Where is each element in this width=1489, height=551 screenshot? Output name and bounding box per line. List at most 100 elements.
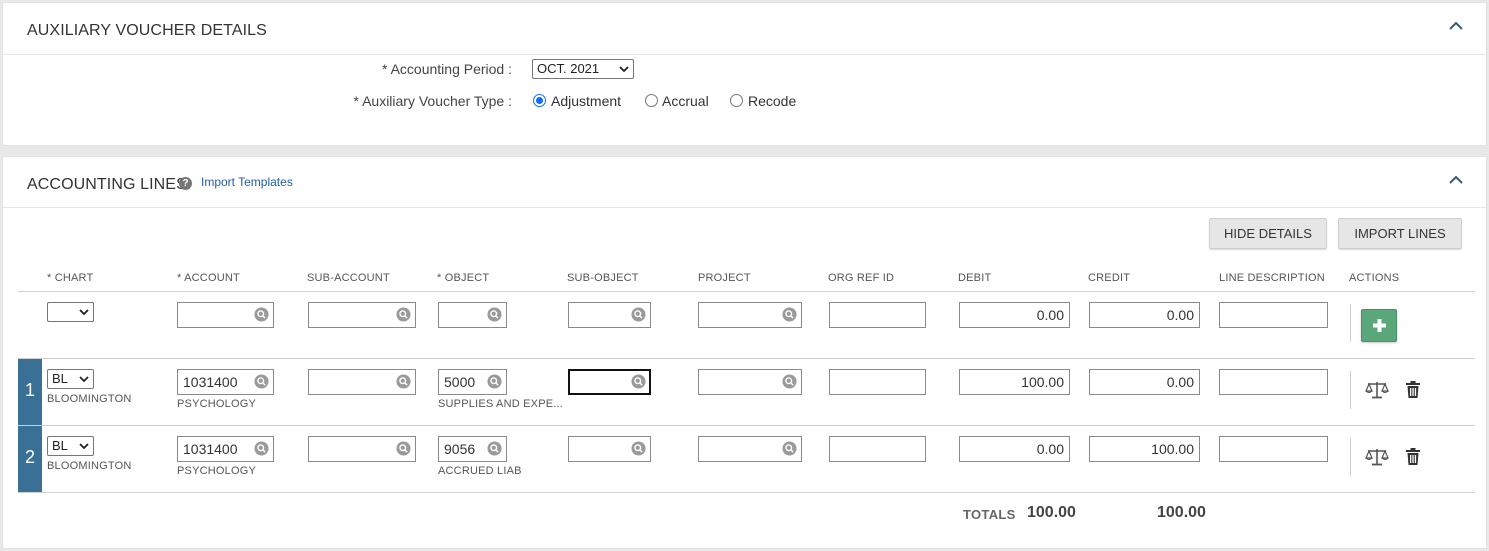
chevron-down-icon bbox=[79, 376, 89, 383]
trash-icon[interactable] bbox=[1406, 448, 1420, 465]
object-name: SUPPLIES AND EXPE... bbox=[438, 398, 564, 410]
col-header-object: * OBJECT bbox=[437, 272, 490, 284]
line-description-input[interactable] bbox=[1219, 369, 1328, 395]
line-description-input[interactable] bbox=[1219, 302, 1328, 328]
totals-label: TOTALS bbox=[963, 507, 1016, 522]
radio-accrual[interactable] bbox=[645, 94, 658, 107]
radio-adjustment-label[interactable]: Adjustment bbox=[551, 93, 621, 109]
help-icon[interactable]: ? bbox=[179, 177, 192, 190]
account-value: 1031400 bbox=[183, 374, 238, 390]
search-icon[interactable] bbox=[631, 441, 646, 456]
object-input[interactable] bbox=[438, 302, 507, 328]
trash-icon[interactable] bbox=[1406, 381, 1420, 398]
object-value: 9056 bbox=[444, 441, 476, 457]
chart-value: BL bbox=[52, 438, 68, 453]
search-icon[interactable] bbox=[396, 307, 411, 322]
col-header-chart: * CHART bbox=[47, 272, 94, 284]
divider bbox=[18, 492, 1475, 493]
import-templates-link[interactable]: Import Templates bbox=[201, 175, 293, 189]
chevron-down-icon bbox=[79, 309, 89, 316]
sub-object-input[interactable] bbox=[568, 369, 651, 395]
account-input[interactable] bbox=[177, 302, 274, 328]
add-line-button[interactable] bbox=[1361, 309, 1397, 342]
accounting-period-select[interactable]: OCT. 2021 bbox=[532, 59, 634, 79]
org-ref-id-input[interactable] bbox=[829, 369, 926, 395]
actions-separator bbox=[1350, 438, 1351, 476]
search-icon[interactable] bbox=[396, 374, 411, 389]
credit-input[interactable]: 0.00 bbox=[1089, 369, 1200, 395]
account-input[interactable]: 1031400 bbox=[177, 369, 274, 395]
search-icon[interactable] bbox=[782, 374, 797, 389]
search-icon[interactable] bbox=[782, 307, 797, 322]
sub-account-input[interactable] bbox=[308, 436, 416, 462]
balance-scale-icon[interactable] bbox=[1365, 380, 1389, 400]
chart-value: BL bbox=[52, 371, 68, 386]
search-icon[interactable] bbox=[782, 441, 797, 456]
col-header-sub-account: SUB-ACCOUNT bbox=[307, 272, 390, 284]
search-icon[interactable] bbox=[254, 374, 269, 389]
sub-account-input[interactable] bbox=[308, 302, 416, 328]
search-icon[interactable] bbox=[487, 441, 502, 456]
radio-accrual-label[interactable]: Accrual bbox=[662, 93, 709, 109]
debit-input[interactable]: 100.00 bbox=[959, 369, 1070, 395]
object-value: 5000 bbox=[444, 374, 476, 390]
project-input[interactable] bbox=[698, 436, 802, 462]
panel-header: AUXILIARY VOUCHER DETAILS bbox=[3, 3, 1486, 55]
plus-icon bbox=[1373, 319, 1386, 332]
actions-separator bbox=[1350, 371, 1351, 409]
col-header-org-ref-id: ORG REF ID bbox=[828, 272, 895, 284]
org-ref-id-input[interactable] bbox=[829, 436, 926, 462]
search-icon[interactable] bbox=[487, 307, 502, 322]
radio-recode-label[interactable]: Recode bbox=[748, 93, 796, 109]
chart-select[interactable]: BL bbox=[47, 369, 94, 389]
divider bbox=[18, 291, 1475, 292]
credit-input[interactable]: 100.00 bbox=[1089, 436, 1200, 462]
account-name: PSYCHOLOGY bbox=[177, 465, 257, 477]
chart-select[interactable] bbox=[47, 302, 94, 322]
accounting-period-value: OCT. 2021 bbox=[537, 61, 600, 76]
auxiliary-voucher-details-panel: AUXILIARY VOUCHER DETAILS * Accounting P… bbox=[2, 2, 1487, 146]
chart-name: BLOOMINGTON bbox=[47, 460, 132, 472]
collapse-chevron-up-icon[interactable] bbox=[1448, 172, 1464, 188]
account-value: 1031400 bbox=[183, 441, 238, 457]
hide-details-button[interactable]: HIDE DETAILS bbox=[1209, 218, 1327, 249]
import-lines-button[interactable]: IMPORT LINES bbox=[1338, 218, 1462, 249]
project-input[interactable] bbox=[698, 369, 802, 395]
sub-object-input[interactable] bbox=[568, 436, 651, 462]
search-icon[interactable] bbox=[254, 307, 269, 322]
sub-object-input[interactable] bbox=[568, 302, 651, 328]
accounting-lines-panel: ACCOUNTING LINES ? Import Templates HIDE… bbox=[2, 156, 1487, 549]
chart-select[interactable]: BL bbox=[47, 436, 94, 456]
line-description-input[interactable] bbox=[1219, 436, 1328, 462]
credit-input[interactable]: 0.00 bbox=[1089, 302, 1200, 328]
divider bbox=[18, 358, 1475, 359]
collapse-chevron-up-icon[interactable] bbox=[1448, 18, 1464, 34]
col-header-account: * ACCOUNT bbox=[177, 272, 240, 284]
debit-input[interactable]: 0.00 bbox=[959, 436, 1070, 462]
search-icon[interactable] bbox=[396, 441, 411, 456]
radio-adjustment[interactable] bbox=[533, 94, 546, 107]
accounting-period-label: * Accounting Period : bbox=[382, 61, 512, 77]
search-icon[interactable] bbox=[631, 374, 646, 389]
sub-account-input[interactable] bbox=[308, 369, 416, 395]
org-ref-id-input[interactable] bbox=[829, 302, 926, 328]
balance-scale-icon[interactable] bbox=[1365, 447, 1389, 467]
total-debit: 100.00 bbox=[1027, 504, 1076, 521]
chevron-down-icon bbox=[619, 66, 629, 73]
search-icon[interactable] bbox=[631, 307, 646, 322]
search-icon[interactable] bbox=[487, 374, 502, 389]
col-header-debit: DEBIT bbox=[958, 272, 992, 284]
panel-title: ACCOUNTING LINES bbox=[27, 176, 187, 193]
radio-recode[interactable] bbox=[730, 94, 743, 107]
debit-input[interactable]: 0.00 bbox=[959, 302, 1070, 328]
voucher-type-label: * Auxiliary Voucher Type : bbox=[353, 93, 513, 109]
actions-separator bbox=[1350, 304, 1351, 342]
panel-title: AUXILIARY VOUCHER DETAILS bbox=[27, 22, 267, 39]
object-input[interactable]: 5000 bbox=[438, 369, 507, 395]
search-icon[interactable] bbox=[254, 441, 269, 456]
object-input[interactable]: 9056 bbox=[438, 436, 507, 462]
divider bbox=[18, 425, 1475, 426]
project-input[interactable] bbox=[698, 302, 802, 328]
col-header-credit: CREDIT bbox=[1088, 272, 1131, 284]
account-input[interactable]: 1031400 bbox=[177, 436, 274, 462]
